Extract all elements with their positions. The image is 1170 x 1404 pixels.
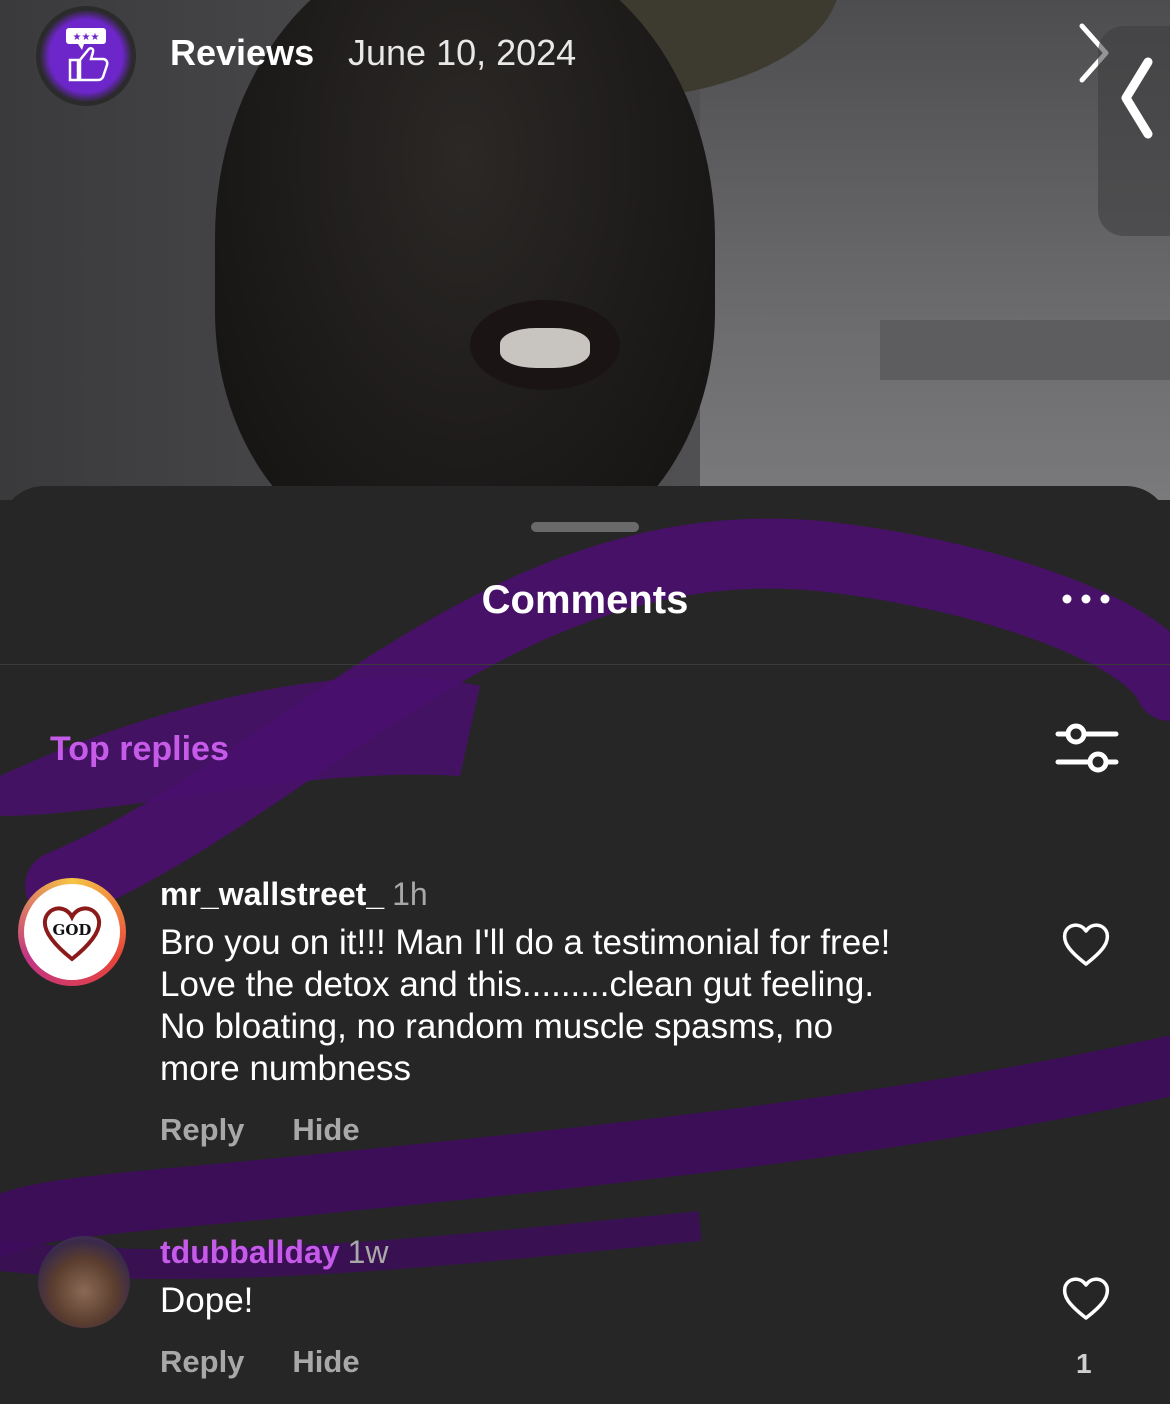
commenter-avatar[interactable]: GOD — [18, 878, 126, 986]
like-heart-icon[interactable] — [1060, 1274, 1112, 1322]
comment-username[interactable]: tdubballday 1w — [160, 1234, 388, 1271]
svg-text:★★★: ★★★ — [73, 32, 100, 43]
sort-label[interactable]: Top replies — [50, 730, 229, 769]
comment-time: 1w — [347, 1234, 389, 1270]
profile-avatar[interactable]: ★★★ — [36, 6, 136, 106]
filter-sliders-icon[interactable] — [1054, 718, 1120, 778]
thumbs-up-review-logo-icon: ★★★ — [66, 28, 109, 82]
story-header: ★★★ Reviews June 10, 2024 — [0, 0, 1170, 236]
like-count: 1 — [1076, 1348, 1092, 1379]
hide-button[interactable]: Hide — [292, 1112, 359, 1147]
header-title[interactable]: Reviews — [170, 32, 314, 74]
comment-username[interactable]: mr_wallstreet_ 1h — [160, 876, 428, 913]
comment-text: Bro you on it!!! Man I'll do a testimoni… — [160, 923, 891, 1088]
comments-sheet: Comments Top replies GOD mr_wallstreet_ 1… — [0, 486, 1170, 1404]
header-divider — [0, 664, 1170, 665]
header-date: June 10, 2024 — [348, 32, 577, 73]
svg-text:GOD: GOD — [53, 921, 92, 939]
video-background-shelf — [880, 320, 1170, 380]
reply-button[interactable]: Reply — [160, 1112, 244, 1147]
like-heart-icon[interactable] — [1060, 920, 1112, 968]
more-options-icon[interactable] — [1060, 592, 1112, 606]
sheet-drag-handle[interactable] — [531, 522, 639, 532]
comment-actions: Reply Hide — [160, 1344, 408, 1380]
heart-logo-icon: GOD — [42, 906, 102, 962]
sheet-title: Comments — [481, 578, 689, 622]
comment-text: Dope! — [160, 1281, 254, 1320]
username-text[interactable]: mr_wallstreet_ — [160, 876, 384, 912]
commenter-avatar[interactable] — [38, 1236, 130, 1328]
hide-button[interactable]: Hide — [292, 1344, 359, 1379]
username-text[interactable]: tdubballday — [160, 1234, 340, 1270]
chevron-left-icon[interactable] — [1114, 56, 1158, 140]
reply-button[interactable]: Reply — [160, 1344, 244, 1379]
comment-actions: Reply Hide — [160, 1112, 408, 1148]
video-person-teeth — [500, 328, 590, 368]
comment-time: 1h — [392, 876, 428, 912]
